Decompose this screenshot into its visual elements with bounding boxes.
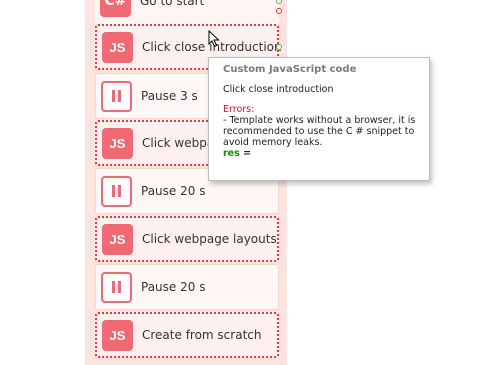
tooltip-title: Custom JavaScript code <box>223 64 357 75</box>
pause-icon <box>101 175 132 207</box>
javascript-icon: JS <box>102 127 133 159</box>
pause-icon <box>101 80 132 112</box>
action-block-pause[interactable]: Pause 20 s <box>95 264 279 310</box>
tooltip-error-line: avoid memory leaks. <box>223 137 323 148</box>
tooltip-description: Click close introduction <box>223 84 334 95</box>
action-block-label: Go to start <box>140 0 205 8</box>
tooltip-error-line: - Template works without a browser, it i… <box>223 115 416 126</box>
action-block-create-from-scratch[interactable]: JS Create from scratch <box>95 312 279 358</box>
pause-icon <box>101 271 132 303</box>
action-block-label: Pause 20 s <box>141 184 206 198</box>
javascript-icon: JS <box>102 223 133 255</box>
action-block-label: Pause 20 s <box>141 280 206 294</box>
action-tooltip: Custom JavaScript code Click close intro… <box>208 57 430 181</box>
result-key: res <box>223 148 240 159</box>
action-block-label: Click webpage layouts <box>142 232 277 246</box>
tooltip-error-line: recommended to use the C # snippet to <box>223 126 415 137</box>
success-port[interactable] <box>276 44 282 50</box>
tooltip-errors-heading: Errors: <box>223 104 255 115</box>
javascript-icon: JS <box>102 319 133 351</box>
result-operator: = <box>243 148 252 159</box>
csharp-icon: C# <box>100 0 131 17</box>
action-block-go-to-start[interactable]: C# Go to start <box>95 0 279 24</box>
tooltip-result: res = <box>223 148 418 159</box>
error-port[interactable] <box>276 8 282 14</box>
javascript-icon: JS <box>102 31 133 63</box>
action-block-label: Pause 3 s <box>141 89 198 103</box>
mouse-cursor-icon <box>208 30 220 48</box>
action-block-label: Create from scratch <box>142 328 262 342</box>
action-block-click-webpage-layouts[interactable]: JS Click webpage layouts <box>95 216 279 262</box>
